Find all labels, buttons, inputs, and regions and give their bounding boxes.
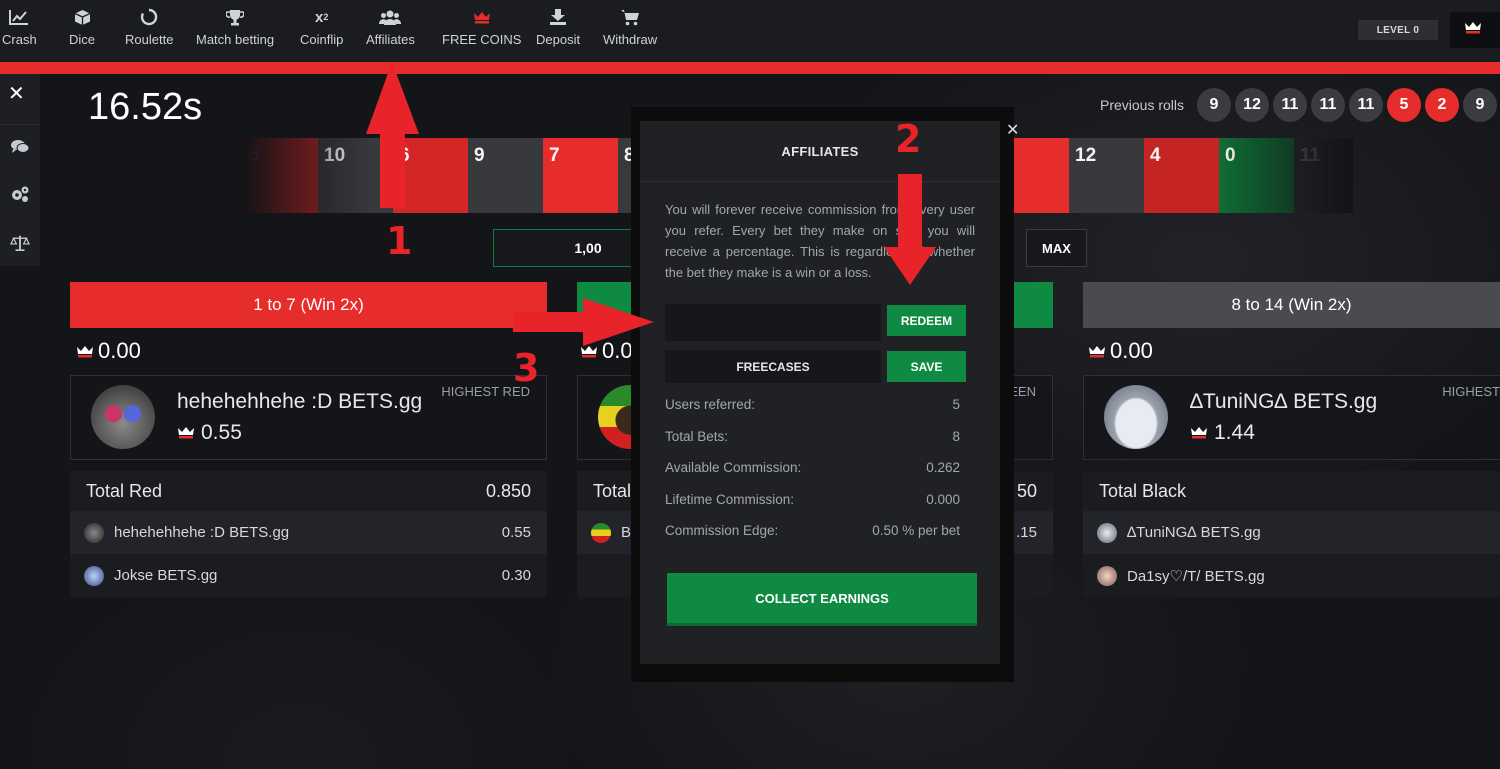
annotation-arrow-right bbox=[513, 298, 654, 346]
annotation-number: 3 bbox=[513, 346, 540, 390]
annotation-arrow-up bbox=[366, 62, 419, 208]
annotation-number: 1 bbox=[386, 219, 413, 263]
annotation-arrows bbox=[366, 62, 936, 346]
annotation-arrow-down bbox=[884, 174, 936, 285]
annotation-number: 2 bbox=[895, 117, 922, 161]
